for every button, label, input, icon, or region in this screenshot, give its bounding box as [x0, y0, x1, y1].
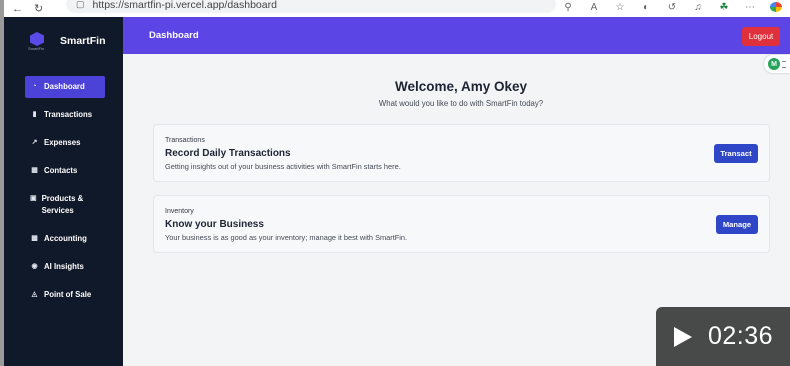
top-header: Dashboard Logout	[123, 17, 790, 54]
inventory-card: Inventory Know your Business Your busine…	[153, 195, 770, 253]
file-icon: ▮	[32, 111, 37, 118]
welcome-subtitle: What would you like to do with SmartFin …	[378, 99, 544, 108]
read-aloud-icon[interactable]: A	[588, 2, 600, 13]
page-title: Dashboard	[149, 30, 199, 41]
store-icon: ◬	[31, 291, 38, 298]
address-bar[interactable]: ▢ https://smartfin-pi.vercel.app/dashboa…	[66, 0, 556, 13]
card-category: Inventory	[165, 208, 194, 215]
contacts-icon: ▦	[31, 167, 38, 174]
sidebar-item-transactions[interactable]: ▮ Transactions	[25, 104, 105, 126]
favorite-star-icon[interactable]: ☆	[614, 2, 626, 13]
sidebar-item-label: Dashboard	[44, 82, 85, 91]
helper-menu-icon	[782, 60, 786, 68]
shield-icon[interactable]: ◐	[640, 2, 652, 13]
more-menu-icon[interactable]: ⋯	[744, 2, 756, 13]
smartfin-logo-icon: SmartFin	[28, 32, 46, 51]
browser-toolbar: ← ↻ ▢ https://smartfin-pi.vercel.app/das…	[4, 0, 790, 17]
card-heading: Know your Business	[165, 219, 264, 230]
sidebar-item-ai-insights[interactable]: ◉ AI Insights	[25, 256, 105, 278]
refresh-extension-icon[interactable]: ↺	[666, 2, 678, 13]
profile-extension-icon[interactable]	[770, 2, 782, 12]
card-heading: Record Daily Transactions	[165, 148, 291, 159]
card-category: Transactions	[165, 137, 205, 144]
extension-leaf-icon[interactable]: ☘	[718, 2, 730, 13]
transact-button[interactable]: Transact	[714, 144, 758, 163]
box-icon: ▣	[29, 195, 37, 202]
sidebar-item-label: AI Insights	[44, 262, 84, 271]
sidebar-item-contacts[interactable]: ▦ Contacts	[25, 160, 105, 182]
sidebar: SmartFin SmartFin ◔ Dashboard ▮ Transact…	[4, 17, 123, 366]
browser-actions: ⚲ A ☆ ◐ ↺ ♫ ☘ ⋯	[562, 0, 782, 14]
app-frame: ← ↻ ▢ https://smartfin-pi.vercel.app/das…	[0, 0, 790, 366]
play-icon[interactable]	[674, 326, 692, 347]
sidebar-item-point-of-sale[interactable]: ◬ Point of Sale	[25, 284, 105, 306]
sidebar-item-expenses[interactable]: ↗ Expenses	[25, 132, 105, 154]
sidebar-item-dashboard[interactable]: ◔ Dashboard	[25, 76, 105, 98]
video-player-overlay[interactable]: 02:36	[656, 307, 790, 366]
welcome-heading: Welcome, Amy Okey	[394, 79, 528, 94]
gauge-icon: ◔	[32, 83, 37, 90]
chart-line-icon: ↗	[31, 139, 38, 146]
logout-button[interactable]: Logout	[742, 27, 780, 46]
brand-name: SmartFin	[60, 35, 106, 47]
transactions-card: Transactions Record Daily Transactions G…	[153, 124, 770, 182]
sidebar-item-label: Point of Sale	[44, 290, 92, 299]
sidebar-item-label: Contacts	[44, 166, 78, 175]
helper-m-icon: M	[768, 58, 780, 70]
brand[interactable]: SmartFin SmartFin	[28, 32, 106, 51]
manage-button[interactable]: Manage	[716, 215, 758, 234]
back-arrow-icon[interactable]: ←	[12, 3, 26, 14]
card-description: Your business is as good as your invento…	[165, 233, 408, 242]
sidebar-item-label: Transactions	[44, 110, 93, 119]
url-text: https://smartfin-pi.vercel.app/dashboard	[92, 0, 277, 11]
sidebar-item-label: Products & Services	[41, 194, 84, 215]
sidebar-item-accounting[interactable]: ▩ Accounting	[25, 228, 105, 250]
eye-icon: ◉	[31, 263, 38, 270]
sidebar-item-products-services[interactable]: ▣ Products & Services	[25, 188, 105, 222]
search-icon[interactable]: ⚲	[562, 2, 574, 13]
floating-helper-badge[interactable]: M	[764, 55, 790, 73]
sidebar-item-label: Expenses	[44, 138, 81, 147]
sidebar-item-label: Accounting	[44, 234, 87, 243]
ledger-icon: ▩	[31, 235, 38, 242]
music-icon[interactable]: ♫	[692, 2, 704, 13]
reload-icon[interactable]: ↻	[34, 3, 48, 14]
page-info-icon[interactable]: ▢	[76, 0, 85, 10]
video-timestamp: 02:36	[708, 322, 774, 350]
card-description: Getting insights out of your business ac…	[165, 162, 401, 171]
sidebar-menu: ◔ Dashboard ▮ Transactions ↗ Expenses ▦ …	[25, 76, 105, 312]
